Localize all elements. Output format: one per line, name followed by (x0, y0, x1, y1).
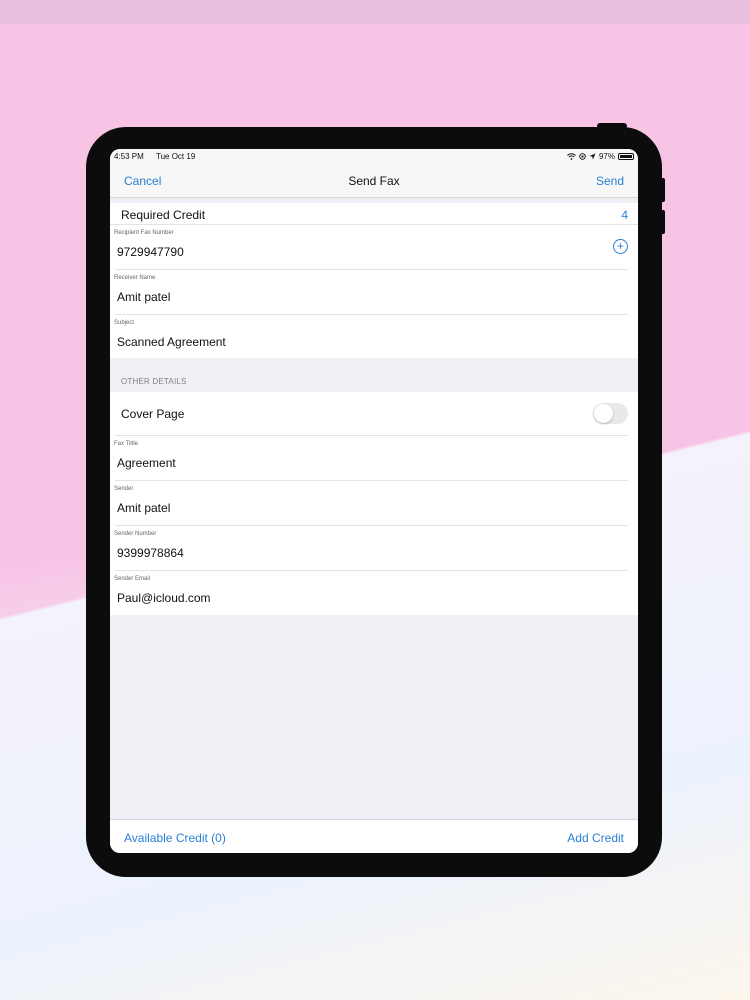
sender-email-field[interactable]: Sender Email Paul@icloud.com (110, 571, 638, 616)
other-details-section: Cover Page Fax Tiltle Agreement Sender A… (110, 392, 638, 615)
sender-number-field[interactable]: Sender Number 9399978864 (110, 526, 638, 571)
subject-input[interactable]: Scanned Agreement (117, 335, 226, 349)
receiver-name-label: Receiver Name (114, 275, 156, 281)
status-time: 4:53 PM (114, 152, 144, 161)
status-bar: 4:53 PM Tue Oct 19 97% (110, 149, 638, 165)
add-credit-button[interactable]: Add Credit (567, 831, 624, 845)
sender-input[interactable]: Amit patel (117, 501, 170, 515)
sender-label: Sender (114, 486, 134, 492)
toggle-knob (594, 404, 613, 423)
subject-field[interactable]: Subject Scanned Agreement (110, 315, 638, 360)
wifi-icon (567, 153, 576, 160)
status-date: Tue Oct 19 (156, 152, 196, 161)
fax-details-section: Required Credit 4 Recipient Fax Number 9… (110, 203, 638, 358)
cover-page-row: Cover Page (110, 392, 638, 436)
fax-title-label: Fax Tiltle (114, 441, 139, 447)
available-credit-button[interactable]: Available Credit (0) (124, 831, 226, 845)
app-screen: 4:53 PM Tue Oct 19 97% Cancel Send Fax S… (110, 149, 638, 853)
receiver-name-field[interactable]: Receiver Name Amit patel (110, 270, 638, 315)
sender-number-label: Sender Number (114, 531, 157, 537)
status-right: 97% (567, 152, 634, 161)
cover-page-toggle[interactable] (593, 403, 628, 424)
other-details-header: OTHER DETAILS (121, 377, 187, 386)
bottom-toolbar: Available Credit (0) Add Credit (110, 819, 638, 853)
recipient-fax-input[interactable]: 9729947790 (117, 245, 184, 259)
sender-field[interactable]: Sender Amit patel (110, 481, 638, 526)
recipient-fax-field[interactable]: Recipient Fax Number 9729947790 + (110, 225, 638, 270)
send-button[interactable]: Send (596, 174, 624, 188)
required-credit-label: Required Credit (121, 208, 206, 222)
receiver-name-input[interactable]: Amit patel (117, 290, 170, 304)
plus-circle-icon[interactable]: + (613, 239, 628, 254)
fax-title-input[interactable]: Agreement (117, 456, 176, 470)
subject-label: Subject (114, 320, 135, 326)
navigation-bar: Cancel Send Fax Send (110, 165, 638, 198)
required-credit-row: Required Credit 4 (110, 203, 638, 225)
sender-number-input[interactable]: 9399978864 (117, 546, 184, 560)
orientation-lock-icon (579, 153, 586, 160)
recipient-fax-label: Recipient Fax Number (114, 230, 174, 236)
location-arrow-icon (589, 153, 596, 160)
fax-title-field[interactable]: Fax Tiltle Agreement (110, 436, 638, 481)
page-title: Send Fax (348, 174, 400, 188)
required-credit-value: 4 (621, 208, 628, 222)
sender-email-input[interactable]: Paul@icloud.com (117, 591, 211, 605)
cover-page-label: Cover Page (121, 407, 185, 421)
battery-percent: 97% (598, 152, 615, 161)
battery-icon (618, 153, 634, 160)
sender-email-label: Sender Email (114, 576, 151, 582)
